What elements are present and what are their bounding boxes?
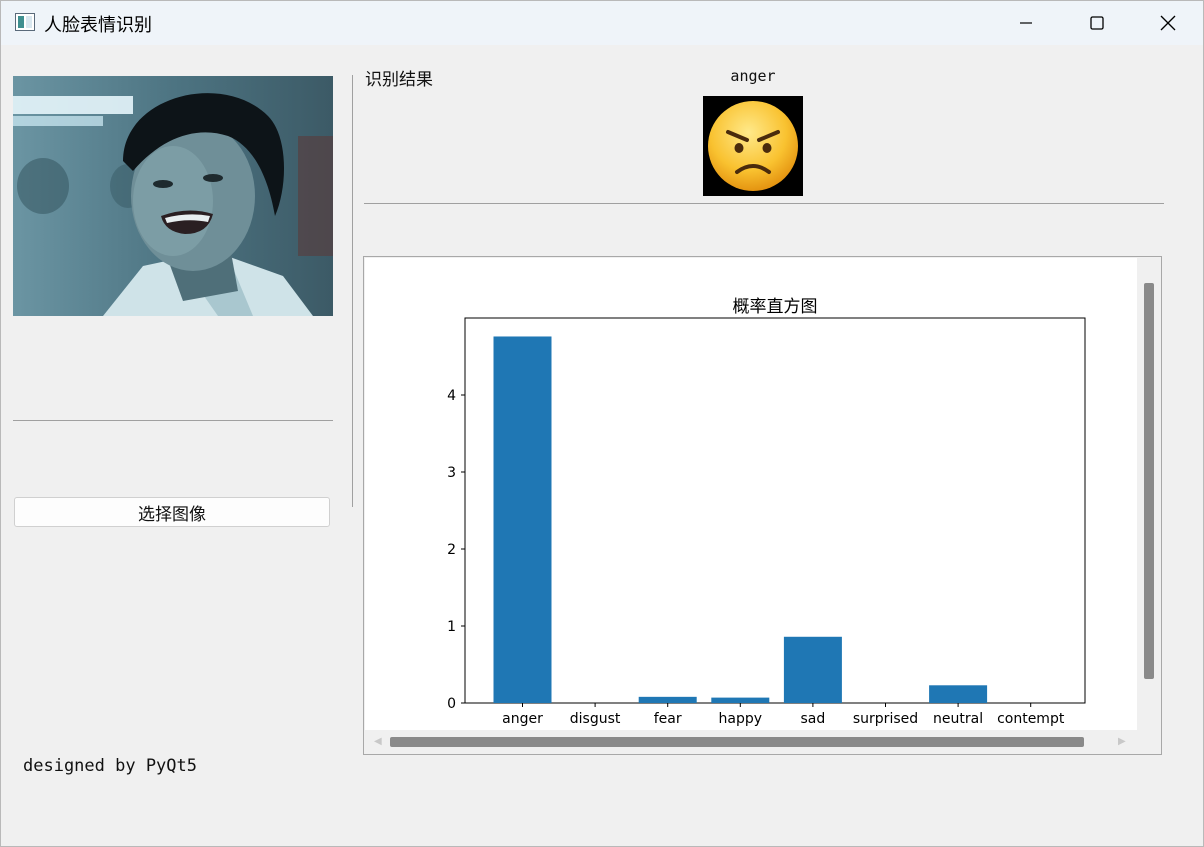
close-button[interactable] xyxy=(1133,1,1203,45)
y-tick-label: 2 xyxy=(447,542,456,558)
y-tick-label: 3 xyxy=(447,465,456,481)
x-tick-label: disgust xyxy=(570,711,621,727)
y-tick-label: 4 xyxy=(447,388,456,404)
result-divider xyxy=(364,203,1164,204)
x-tick-label: sad xyxy=(801,711,826,727)
angry-face-icon xyxy=(703,96,803,196)
x-tick-label: contempt xyxy=(997,711,1065,727)
emotion-label: anger xyxy=(730,67,776,85)
horizontal-scrollbar-thumb[interactable] xyxy=(390,737,1084,747)
bar-sad xyxy=(783,636,842,703)
maximize-icon xyxy=(1090,16,1104,30)
window-title: 人脸表情识别 xyxy=(44,15,152,36)
footer-credit: designed by PyQt5 xyxy=(23,756,197,776)
title-bar: 人脸表情识别 xyxy=(1,1,1203,45)
left-divider xyxy=(13,420,333,421)
chart-scroll-area[interactable]: 概率直方图 0 1 2 3 4 anger disgust fear happy sad surpri… xyxy=(363,256,1162,755)
select-image-button[interactable]: 选择图像 xyxy=(14,497,330,527)
app-icon xyxy=(15,13,35,31)
result-label: 识别结果 xyxy=(365,70,433,90)
x-tick-label: anger xyxy=(502,711,543,727)
minimize-icon xyxy=(1020,22,1032,24)
x-tick-label: fear xyxy=(654,711,682,727)
bar-fear xyxy=(638,696,697,703)
scroll-left-icon[interactable]: ◀ xyxy=(374,736,382,747)
bar-neutral xyxy=(929,685,988,703)
probability-histogram: 概率直方图 0 1 2 3 4 anger disgust fear happy sad surpri… xyxy=(447,297,1086,727)
minimize-button[interactable] xyxy=(991,1,1061,45)
maximize-button[interactable] xyxy=(1062,1,1132,45)
face-image xyxy=(13,76,333,316)
scroll-right-icon[interactable]: ▶ xyxy=(1118,736,1126,747)
bar-anger xyxy=(493,336,552,703)
vertical-scrollbar-thumb[interactable] xyxy=(1144,283,1154,679)
x-tick-label: happy xyxy=(719,711,763,727)
chart-title: 概率直方图 xyxy=(733,297,818,317)
close-icon xyxy=(1160,15,1176,31)
panel-separator xyxy=(352,75,353,507)
plot-frame xyxy=(464,317,1086,704)
bar-happy xyxy=(711,697,770,703)
chart-canvas: 概率直方图 0 1 2 3 4 anger disgust fear happy sad surpri… xyxy=(365,258,1137,730)
x-tick-label: neutral xyxy=(933,711,983,727)
y-tick-label: 1 xyxy=(447,619,456,635)
x-tick-label: surprised xyxy=(853,711,918,727)
y-tick-label: 0 xyxy=(447,696,456,712)
main-window: 人脸表情识别 选择图像 designed by PyQt5 识别结果 anger… xyxy=(0,0,1204,847)
